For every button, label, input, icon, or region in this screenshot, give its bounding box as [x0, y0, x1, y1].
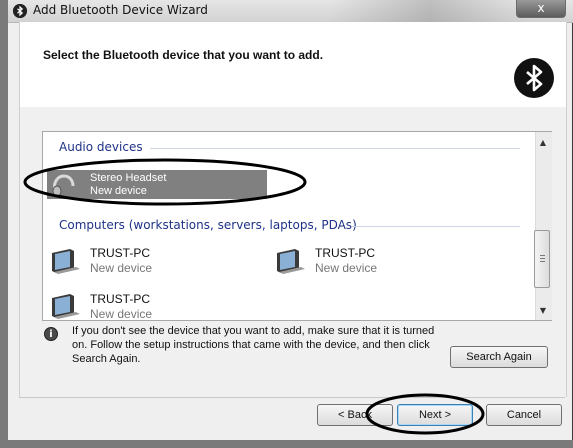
annotation-ellipse-next: [365, 393, 485, 435]
annotation-ellipse-headset: [23, 158, 307, 206]
annotation-overlay: [23, 158, 485, 435]
